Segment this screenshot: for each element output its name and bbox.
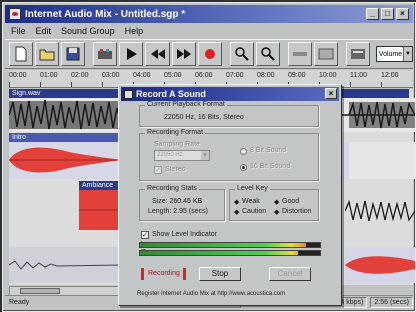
volume-select-value: Volume [378, 50, 403, 58]
key-good-icon: ◆ [274, 199, 280, 206]
stop-button[interactable]: Stop [199, 267, 241, 281]
menu-help[interactable]: Help [125, 26, 144, 36]
properties-icon [350, 49, 365, 59]
ruler-tick: 12:00 [381, 70, 412, 87]
open-button[interactable] [35, 42, 60, 66]
level-meter-right-mask [298, 251, 320, 255]
bits8-label: 8 Bit Sound [250, 147, 287, 154]
properties-button[interactable] [345, 42, 370, 66]
recording-status: Recording [148, 270, 180, 277]
current-format-value: 22050 Hz, 16 Bits, Stereo [164, 114, 244, 121]
menu-sound-group[interactable]: Sound Group [61, 26, 115, 36]
key-caution-icon: ◆ [234, 209, 240, 216]
zoom-out-icon [261, 47, 275, 61]
grid-button[interactable] [313, 42, 338, 66]
clip-header[interactable]: Intro [9, 133, 119, 142]
ruler-tick: 01:00 [40, 70, 71, 87]
mixer-icon [98, 49, 113, 59]
key-caution: Caution [242, 208, 267, 215]
waveform-dark[interactable] [345, 199, 415, 223]
mixdown-button[interactable] [93, 42, 118, 66]
record-button[interactable] [197, 42, 222, 66]
ruler-tick: 00:00 [9, 70, 40, 87]
key-weak-icon: ◆ [234, 199, 240, 206]
save-disk-icon [66, 47, 80, 61]
menu-file[interactable]: File [11, 26, 26, 36]
zoom-out-button[interactable] [255, 42, 280, 66]
register-footer[interactable]: Register Internet Audio Mix at http://ww… [137, 291, 285, 297]
sampling-rate-label: Sampling Rate [154, 141, 200, 148]
key-weak: Weak [242, 198, 260, 205]
bits8-radio[interactable] [240, 148, 247, 155]
stereo-checkbox[interactable]: ✓ [154, 166, 162, 174]
menu-edit[interactable]: Edit [36, 26, 52, 36]
dialog-title-bar: Record A Sound × [121, 87, 339, 101]
show-level-checkbox[interactable]: ✓ [141, 231, 149, 239]
key-distortion: Distortion [282, 208, 312, 215]
fast-forward-button[interactable] [171, 42, 196, 66]
stats-size: Size: 260.45 KB [152, 198, 203, 205]
bits16-radio[interactable] [240, 164, 247, 171]
minimize-button[interactable]: _ [366, 8, 379, 20]
app-icon [9, 8, 21, 20]
status-length: 2:56 (secs) [370, 297, 413, 308]
play-icon [127, 48, 138, 60]
ruler-tick: 02:00 [71, 70, 102, 87]
close-button[interactable]: × [396, 8, 409, 20]
level-meter-left-mask [305, 243, 320, 247]
recording-stats-label: Recording Stats [145, 185, 199, 192]
record-icon [204, 49, 215, 59]
zoom-in-button[interactable] [229, 42, 254, 66]
stereo-label: Stereo [165, 166, 186, 173]
record-dialog: Record A Sound × Current Playback Format… [118, 84, 342, 306]
key-distortion-icon: ◆ [274, 209, 280, 216]
grid-icon [318, 48, 334, 60]
level-meter-right [139, 250, 321, 256]
dialog-close-button[interactable]: × [325, 88, 337, 99]
level-meter-left [139, 242, 321, 248]
scrollbar-thumb[interactable] [20, 288, 60, 294]
recording-format-group: Recording Format Sampling Rate 22050 Hz … [139, 129, 319, 181]
recording-led [141, 268, 144, 280]
save-button[interactable] [61, 42, 86, 66]
open-folder-icon [39, 49, 55, 61]
recording-stats-group: Recording Stats Size: 260.45 KB Length: … [139, 185, 225, 221]
window-controls: _ □ × [366, 8, 409, 20]
bits16-label: 16 Bit Sound [250, 163, 291, 170]
maximize-button[interactable]: □ [381, 8, 394, 20]
rewind-button[interactable] [145, 42, 170, 66]
title-bar: Internet Audio Mix - Untitled.sgp * _ □ … [5, 5, 413, 23]
level-key-group: Level Key ◆ Weak ◆ Good ◆ Caution ◆ Dist… [229, 185, 319, 221]
fast-forward-icon [176, 49, 191, 59]
stats-length: Length: 2.95 (secs) [148, 208, 208, 215]
sampling-rate-select[interactable]: 22050 Hz [154, 150, 210, 161]
window-title: Internet Audio Mix - Untitled.sgp * [25, 8, 186, 20]
dialog-icon [124, 89, 133, 99]
volume-select[interactable]: Volume ▼ [375, 46, 414, 62]
chevron-down-icon: ▼ [403, 47, 413, 61]
play-button[interactable] [119, 42, 144, 66]
new-button[interactable] [9, 42, 34, 66]
recording-led [183, 268, 186, 280]
new-file-icon [15, 46, 27, 62]
key-good: Good [282, 198, 300, 205]
status-ready: Ready [9, 299, 30, 306]
show-level-label: Show Level Indicator [152, 231, 217, 238]
dialog-title: Record A Sound [136, 89, 206, 99]
split-icon [292, 52, 307, 56]
split-button[interactable] [287, 42, 312, 66]
toolbar: Volume ▼ [5, 39, 414, 69]
current-format-group: Current Playback Format 22050 Hz, 16 Bit… [139, 101, 319, 127]
level-key-label: Level Key [235, 185, 270, 192]
ruler-tick: 11:00 [350, 70, 381, 87]
rewind-icon [150, 49, 165, 59]
current-format-label: Current Playback Format [145, 101, 227, 108]
menu-bar: File Edit Sound Group Help [5, 24, 413, 38]
zoom-in-icon [234, 47, 249, 61]
cancel-button[interactable]: Cancel [269, 267, 311, 281]
recording-format-label: Recording Format [145, 129, 206, 136]
